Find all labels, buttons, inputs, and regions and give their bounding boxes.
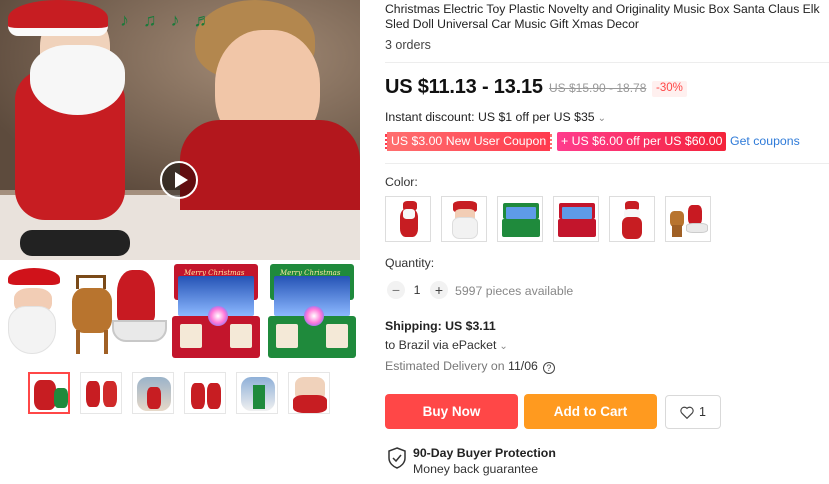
plus-icon: + bbox=[561, 134, 572, 148]
music-notes-decoration: ♪♫♪♬ bbox=[120, 10, 226, 30]
quantity-increase-button[interactable]: + bbox=[430, 281, 448, 299]
get-coupons-link[interactable]: Get coupons bbox=[730, 134, 800, 148]
divider bbox=[385, 163, 829, 164]
product-title: Christmas Electric Toy Plastic Novelty a… bbox=[385, 2, 820, 31]
color-option-santa-elk-sled[interactable] bbox=[665, 196, 711, 242]
estimated-delivery: Estimated Delivery on 11/06? bbox=[385, 359, 555, 374]
wishlist-button[interactable]: 1 bbox=[665, 395, 721, 429]
heart-icon bbox=[680, 406, 694, 419]
quantity-label: Quantity: bbox=[385, 256, 435, 270]
image-santa-hat bbox=[8, 0, 108, 36]
chevron-down-icon: ⌄ bbox=[499, 341, 508, 352]
main-product-image[interactable]: ♪♫♪♬ bbox=[0, 0, 360, 260]
collage-music-box-green: Merry Christmas bbox=[266, 260, 358, 360]
new-user-coupon[interactable]: US $3.00 New User Coupon bbox=[385, 132, 553, 151]
add-to-cart-button[interactable]: Add to Cart bbox=[524, 394, 657, 429]
delivery-date: 11/06 bbox=[508, 359, 538, 373]
store-coupon[interactable]: + US $6.00 off per US $60.00 bbox=[557, 132, 727, 151]
store-coupon-text: US $6.00 off per US $60.00 bbox=[571, 134, 723, 148]
buyer-protection-subtitle: Money back guarantee bbox=[413, 462, 539, 476]
thumbnail-6[interactable] bbox=[288, 372, 330, 414]
thumbnail-1[interactable] bbox=[28, 372, 70, 414]
product-collage-image: Merry Christmas Merry Christmas bbox=[0, 260, 360, 360]
quantity-value[interactable]: 1 bbox=[410, 283, 424, 297]
thumbnail-5[interactable] bbox=[236, 372, 278, 414]
collage-music-box-red: Merry Christmas bbox=[170, 260, 262, 360]
discount-badge: -30% bbox=[652, 81, 687, 97]
image-santa-boots bbox=[20, 230, 130, 256]
color-option-santa-dancing[interactable] bbox=[609, 196, 655, 242]
shield-check-icon bbox=[388, 447, 406, 469]
shipping-destination[interactable]: to Brazil via ePacket ⌄ bbox=[385, 338, 508, 352]
divider bbox=[385, 62, 829, 63]
original-price: US $15.90 - 18.78 bbox=[549, 81, 647, 95]
delivery-prefix: Estimated Delivery on bbox=[385, 359, 505, 373]
image-boy-shirt bbox=[180, 120, 360, 210]
video-play-button[interactable] bbox=[160, 161, 198, 199]
wishlist-count: 1 bbox=[699, 405, 706, 419]
color-label: Color: bbox=[385, 175, 418, 189]
thumbnail-2[interactable] bbox=[80, 372, 122, 414]
shipping-cost: Shipping: US $3.11 bbox=[385, 319, 496, 333]
instant-discount[interactable]: Instant discount: US $1 off per US $35 ⌄ bbox=[385, 110, 606, 124]
thumbnail-3[interactable] bbox=[132, 372, 174, 414]
collage-santa-face bbox=[0, 260, 62, 360]
color-option-santa-face[interactable] bbox=[441, 196, 487, 242]
shipping-destination-text: to Brazil via ePacket bbox=[385, 338, 497, 352]
current-price: US $11.13 - 13.15 bbox=[385, 76, 543, 98]
thumbnail-4[interactable] bbox=[184, 372, 226, 414]
quantity-decrease-button[interactable]: − bbox=[387, 281, 405, 299]
color-options bbox=[385, 196, 829, 242]
help-icon[interactable]: ? bbox=[542, 362, 555, 374]
order-count: 3 orders bbox=[385, 38, 431, 52]
instant-discount-text: Instant discount: US $1 off per US $35 bbox=[385, 110, 595, 124]
buyer-protection-title: 90-Day Buyer Protection bbox=[413, 446, 556, 460]
buy-now-button[interactable]: Buy Now bbox=[385, 394, 518, 429]
color-option-santa-standing[interactable] bbox=[385, 196, 431, 242]
thumbnail-strip bbox=[28, 372, 338, 416]
chevron-down-icon: ⌄ bbox=[597, 113, 607, 124]
color-option-music-box-green[interactable] bbox=[497, 196, 543, 242]
color-option-music-box-red[interactable] bbox=[553, 196, 599, 242]
collage-santa-elk-sled bbox=[62, 260, 167, 360]
image-santa-beard bbox=[30, 45, 125, 115]
stock-available: 5997 pieces available bbox=[455, 284, 574, 298]
